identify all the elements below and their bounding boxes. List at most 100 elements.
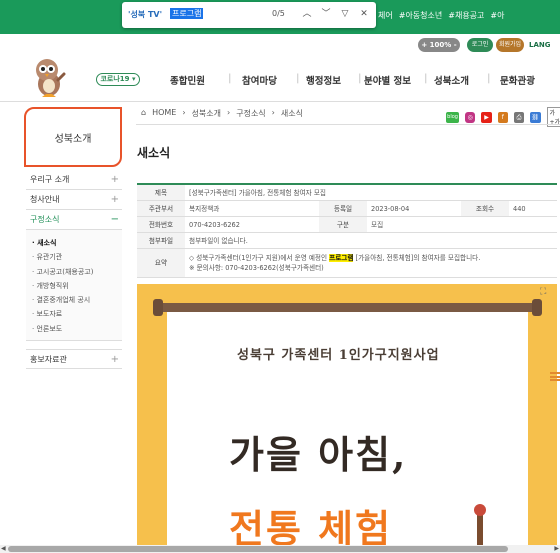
sidebar-item-promo[interactable]: 홍보자료관 + <box>26 349 122 370</box>
table-row: 요약 ◇ 성북구가족센터(1인가구 지원)에서 운영 예정인 프로그램 [가을아… <box>137 249 557 278</box>
find-input[interactable]: 프로그램 <box>170 8 204 19</box>
header-divider <box>0 101 560 102</box>
row-label: 구분 <box>319 217 367 232</box>
plus-icon: + <box>110 354 119 366</box>
home-icon[interactable]: ⌂ <box>141 108 146 119</box>
hashtag-link[interactable]: #채용공고 <box>448 10 484 21</box>
post-phone: 070-4203-6262 <box>189 221 240 229</box>
find-next-icon[interactable]: ﹀ <box>319 7 333 21</box>
hashtag-link[interactable]: #아 <box>490 10 504 21</box>
submenu-item-marriage-broker[interactable]: · 결혼중개업체 공시 <box>26 293 122 307</box>
row-label: 요약 <box>137 249 185 277</box>
nav-divider: | <box>424 73 428 84</box>
mascot-logo-icon[interactable] <box>32 56 66 98</box>
sidebar-item-label: 청사안내 <box>30 195 60 204</box>
sidebar-item-intro[interactable]: 우리구 소개 + <box>26 170 122 190</box>
summary-text: ◇ 성북구가족센터(1인가구 지원)에서 운영 예정인 <box>189 254 330 262</box>
breadcrumb-divider <box>136 124 560 125</box>
print-icon[interactable]: ⎙ <box>513 111 525 123</box>
row-label: 조회수 <box>461 201 509 216</box>
find-filter-icon[interactable]: ▽ <box>338 7 352 21</box>
post-title: [성북구가족센터] 가을아침, 전통체험 참여자 모집 <box>189 189 326 197</box>
row-label: 제목 <box>137 185 185 200</box>
breadcrumb-home[interactable]: HOME <box>152 108 176 119</box>
find-count: 0/5 <box>272 9 285 18</box>
summary-contact: ※ 문의사항: 070-4203-6262(성북구가족센터) <box>189 264 324 272</box>
breadcrumb: ⌂ HOME › 성북소개 › 구정소식 › 새소식 <box>141 108 303 119</box>
sidebar-menu: 우리구 소개 + 청사안내 + 구정소식 − · 새소식 · 유관기관 · 고시… <box>26 170 122 370</box>
facebook-icon[interactable]: f <box>497 111 508 123</box>
nav-divider: | <box>296 73 300 84</box>
zoom-control[interactable]: + 100% - <box>418 38 460 52</box>
table-row: 제목 [성북구가족센터] 가을아침, 전통체험 참여자 모집 <box>137 185 557 201</box>
scroll-rod <box>153 299 542 316</box>
find-close-icon[interactable]: ✕ <box>357 7 371 21</box>
horizontal-scrollbar[interactable]: ◀ ▶ <box>0 545 560 553</box>
hashtag-link[interactable]: #아동청소년 <box>399 10 443 21</box>
breadcrumb-about[interactable]: 성북소개 <box>192 108 221 119</box>
scroll-right-icon[interactable]: ▶ <box>554 545 559 553</box>
poster-headline: 가을 아침, <box>229 432 408 477</box>
gnb-item-culture[interactable]: 문화관광 <box>500 73 535 87</box>
table-row: 주관부서 복지정책과 등록일 2023-08-04 조회수 440 <box>137 201 557 217</box>
submenu-item-notices[interactable]: · 고시공고(채용공고) <box>26 265 122 279</box>
sidebar-item-label: 홍보자료관 <box>30 355 67 365</box>
hashtag-links: 체어 #아동청소년 #채용공고 #아 <box>378 10 504 21</box>
chevron-right-icon: › <box>271 108 275 117</box>
gnb-item-about[interactable]: 성북소개 <box>434 73 469 87</box>
scrollbar-thumb[interactable] <box>8 546 508 552</box>
minus-icon: − <box>110 214 119 225</box>
row-label: 주관부서 <box>137 201 185 216</box>
gnb-item-field-info[interactable]: 분야별 정보 <box>364 73 411 87</box>
find-prev-icon[interactable]: ︿ <box>300 7 314 21</box>
find-bar: '성북 TV' 프로그램 0/5 ︿ ﹀ ▽ ✕ <box>122 2 376 28</box>
link-icon[interactable]: ⛓ <box>530 111 541 123</box>
youtube-icon[interactable]: ▶ <box>481 111 492 123</box>
page-title: 새소식 <box>137 146 171 160</box>
event-poster-image: 성북구 가족센터 1인가구지원사업 가을 아침, 전통 체험 <box>137 284 557 546</box>
brush-icon <box>474 504 486 546</box>
search-highlight: 프로그램 <box>329 254 354 262</box>
instagram-icon[interactable]: ◎ <box>465 111 476 123</box>
post-type: 모집 <box>371 221 384 229</box>
post-date: 2023-08-04 <box>371 205 410 213</box>
nav-divider: | <box>358 73 362 84</box>
hashtag-link[interactable]: 체어 <box>378 10 393 21</box>
gnb-item-participation[interactable]: 참여마당 <box>242 73 277 87</box>
post-info-table: 제목 [성북구가족센터] 가을아침, 전통체험 참여자 모집 주관부서 복지정책… <box>137 183 557 278</box>
poster-headline-orange: 전통 체험 <box>229 506 393 546</box>
submenu-item-news[interactable]: · 새소식 <box>26 236 122 250</box>
nav-divider: | <box>487 73 491 84</box>
login-button[interactable]: 로그인 <box>467 38 493 52</box>
table-row: 전화번호 070-4203-6262 구분 모집 <box>137 217 557 233</box>
poster-subtitle: 성북구 가족센터 1인가구지원사업 <box>237 348 440 363</box>
join-button[interactable]: 회원가입 <box>496 38 524 52</box>
submenu-item-press[interactable]: · 보도자료 <box>26 307 122 321</box>
breadcrumb-news-group[interactable]: 구정소식 <box>236 108 265 119</box>
sidebar-item-news[interactable]: 구정소식 − <box>26 210 122 230</box>
find-tab-label: '성북 TV' <box>128 9 163 20</box>
expand-icon[interactable]: ⛶ <box>540 287 552 299</box>
post-summary: ◇ 성북구가족센터(1인가구 지원)에서 운영 예정인 프로그램 [가을아침, … <box>185 249 557 277</box>
sidebar-item-office[interactable]: 청사안내 + <box>26 190 122 210</box>
breadcrumb-current: 새소식 <box>280 109 303 118</box>
post-views: 440 <box>513 205 526 213</box>
blog-icon[interactable]: blog <box>446 111 460 123</box>
submenu-item-media[interactable]: · 언론보도 <box>26 322 122 336</box>
scroll-left-icon[interactable]: ◀ <box>1 545 6 553</box>
sidebar-submenu: · 새소식 · 유관기관 · 고시공고(채용공고) · 개방형직위 · 결혼중개… <box>26 230 122 342</box>
post-dept: 복지정책과 <box>189 205 220 213</box>
submenu-item-agencies[interactable]: · 유관기관 <box>26 250 122 264</box>
language-button[interactable]: LANG <box>529 38 560 52</box>
post-attachment: 첨부파일이 없습니다. <box>189 237 248 245</box>
chevron-right-icon: › <box>227 108 231 117</box>
gnb-item-admin[interactable]: 행정정보 <box>306 73 341 87</box>
sidebar-title: 성북소개 <box>24 107 122 167</box>
menu-icon[interactable] <box>550 372 560 381</box>
plus-icon: + <box>110 174 119 185</box>
gnb-item-civil[interactable]: 종합민원 <box>170 73 205 87</box>
row-label: 등록일 <box>319 201 367 216</box>
submenu-item-open-positions[interactable]: · 개방형직위 <box>26 279 122 293</box>
chevron-right-icon: › <box>182 108 186 117</box>
corona-dropdown[interactable]: 코로나19 ▾ <box>96 73 140 86</box>
